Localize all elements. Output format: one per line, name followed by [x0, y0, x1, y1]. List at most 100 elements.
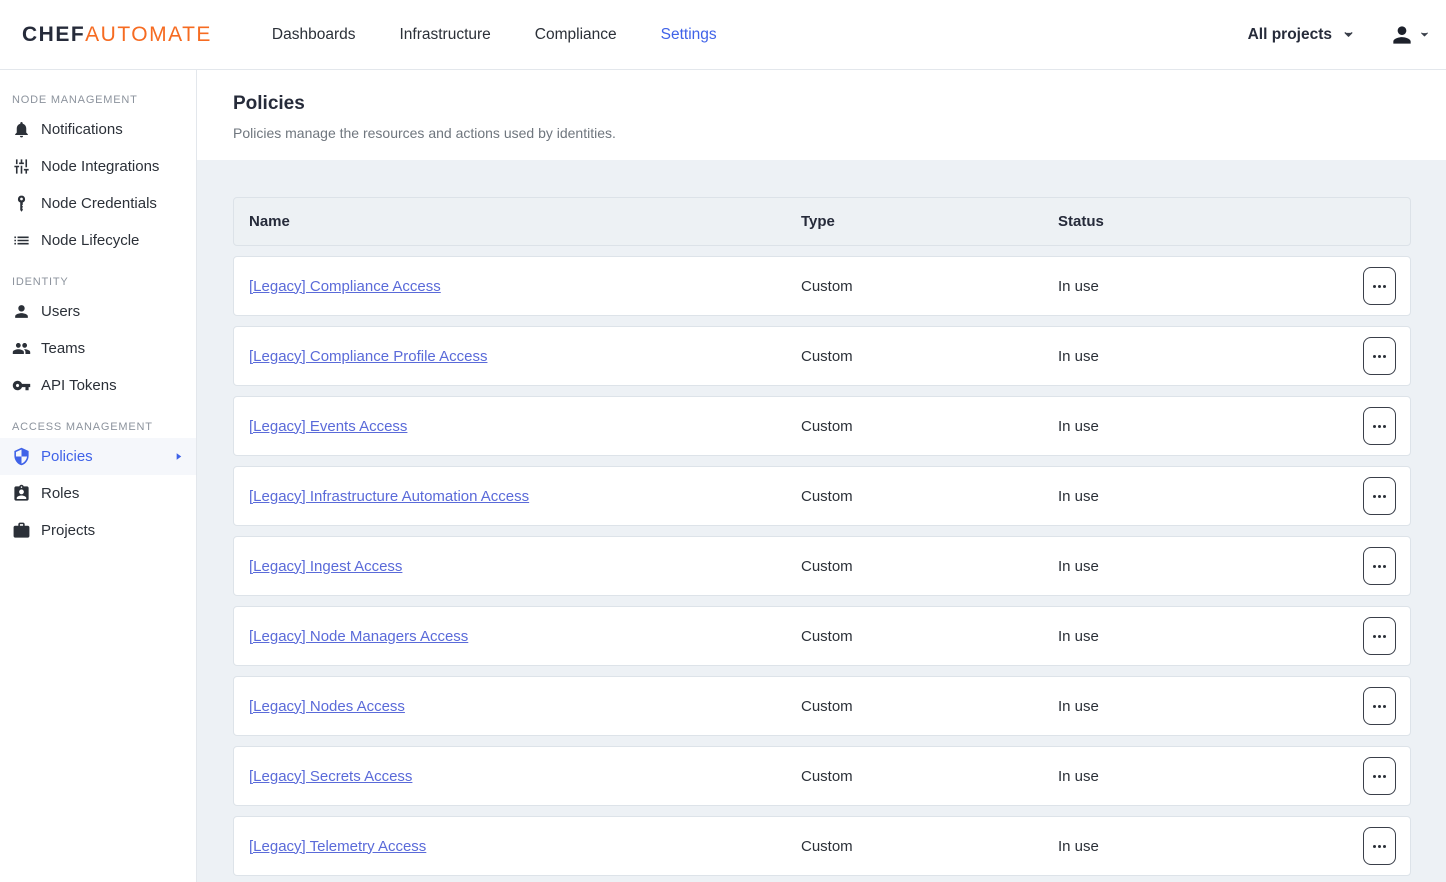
- policy-type: Custom: [786, 768, 1043, 785]
- row-menu-button[interactable]: [1363, 267, 1396, 305]
- logo-automate: AUTOMATE: [85, 23, 212, 46]
- content-area: Name Type Status [Legacy] Compliance Acc…: [197, 160, 1446, 876]
- sidebar-group-access-management: Policies Roles Projects: [0, 438, 196, 549]
- column-header-status: Status: [1043, 213, 1348, 230]
- table-row: [Legacy] Telemetry Access Custom In use: [233, 816, 1411, 876]
- ellipsis-icon: [1373, 635, 1376, 638]
- policy-status: In use: [1043, 768, 1348, 785]
- bell-icon: [12, 120, 31, 139]
- policy-name-link[interactable]: [Legacy] Compliance Access: [249, 278, 441, 295]
- sidebar-item-label: Roles: [41, 485, 79, 502]
- sidebar-item[interactable]: Node Integrations: [0, 148, 196, 185]
- user-menu-button[interactable]: [1389, 22, 1430, 48]
- row-menu-button[interactable]: [1363, 827, 1396, 865]
- list-icon: [12, 231, 31, 250]
- policy-type: Custom: [786, 628, 1043, 645]
- topnav-right: All projects: [1248, 22, 1446, 48]
- table-body: [Legacy] Compliance Access Custom In use…: [233, 256, 1411, 876]
- table-row: [Legacy] Nodes Access Custom In use: [233, 676, 1411, 736]
- page-title: Policies: [233, 93, 1446, 115]
- chevron-down-icon: [1419, 29, 1430, 40]
- projects-filter-dropdown[interactable]: All projects: [1248, 26, 1355, 44]
- sidebar-item-label: Users: [41, 303, 80, 320]
- policy-name-link[interactable]: [Legacy] Telemetry Access: [249, 838, 426, 855]
- policy-name-link[interactable]: [Legacy] Secrets Access: [249, 768, 412, 785]
- main-content: Policies Policies manage the resources a…: [197, 70, 1446, 882]
- column-header-type: Type: [786, 213, 1043, 230]
- key-icon: [12, 194, 31, 213]
- sidebar-item[interactable]: Users: [0, 293, 196, 330]
- table-header-row: Name Type Status: [233, 197, 1411, 246]
- nav-link[interactable]: Infrastructure: [399, 26, 490, 44]
- ellipsis-icon: [1373, 845, 1376, 848]
- sidebar-item[interactable]: Roles: [0, 475, 196, 512]
- sidebar-item[interactable]: Notifications: [0, 111, 196, 148]
- policy-name-link[interactable]: [Legacy] Compliance Profile Access: [249, 348, 487, 365]
- group-icon: [12, 339, 31, 358]
- sidebar-item[interactable]: Node Credentials: [0, 185, 196, 222]
- row-menu-button[interactable]: [1363, 407, 1396, 445]
- row-menu-button[interactable]: [1363, 617, 1396, 655]
- row-menu-button[interactable]: [1363, 477, 1396, 515]
- policy-name-link[interactable]: [Legacy] Nodes Access: [249, 698, 405, 715]
- table-row: [Legacy] Events Access Custom In use: [233, 396, 1411, 456]
- sidebar-item-label: Node Lifecycle: [41, 232, 139, 249]
- policy-type: Custom: [786, 278, 1043, 295]
- table-row: [Legacy] Compliance Access Custom In use: [233, 256, 1411, 316]
- table-row: [Legacy] Compliance Profile Access Custo…: [233, 326, 1411, 386]
- ellipsis-icon: [1373, 775, 1376, 778]
- row-menu-button[interactable]: [1363, 547, 1396, 585]
- user-avatar-icon: [1389, 22, 1415, 48]
- badge-icon: [12, 484, 31, 503]
- chef-automate-logo[interactable]: CHEFAUTOMATE: [22, 23, 212, 47]
- main-nav: Dashboards Infrastructure Compliance Set…: [272, 26, 717, 44]
- policy-status: In use: [1043, 628, 1348, 645]
- nav-link[interactable]: Compliance: [535, 26, 617, 44]
- sidebar-item-label: Node Integrations: [41, 158, 159, 175]
- ellipsis-icon: [1373, 565, 1376, 568]
- ellipsis-icon: [1373, 355, 1376, 358]
- sidebar-item[interactable]: Projects: [0, 512, 196, 549]
- shield-icon: [12, 447, 31, 466]
- top-navigation: CHEFAUTOMATE Dashboards Infrastructure C…: [0, 0, 1446, 70]
- logo-chef: CHEF: [22, 23, 85, 46]
- settings-sidebar: NODE MANAGEMENT Notifications Node Integ…: [0, 70, 197, 882]
- policy-type: Custom: [786, 698, 1043, 715]
- sidebar-item[interactable]: Node Lifecycle: [0, 222, 196, 259]
- sliders-icon: [12, 157, 31, 176]
- row-menu-button[interactable]: [1363, 337, 1396, 375]
- column-header-name: Name: [234, 213, 786, 230]
- nav-link[interactable]: Dashboards: [272, 26, 356, 44]
- policy-status: In use: [1043, 488, 1348, 505]
- sidebar-item-label: Projects: [41, 522, 95, 539]
- policy-name-link[interactable]: [Legacy] Node Managers Access: [249, 628, 468, 645]
- policy-name-link[interactable]: [Legacy] Events Access: [249, 418, 407, 435]
- chevron-down-icon: [1342, 28, 1355, 41]
- row-menu-button[interactable]: [1363, 757, 1396, 795]
- policy-type: Custom: [786, 348, 1043, 365]
- policy-status: In use: [1043, 698, 1348, 715]
- page-description: Policies manage the resources and action…: [233, 125, 1446, 141]
- projects-filter-label: All projects: [1248, 26, 1332, 44]
- ellipsis-icon: [1373, 705, 1376, 708]
- page-header: Policies Policies manage the resources a…: [197, 70, 1446, 160]
- sidebar-item[interactable]: Policies: [0, 438, 196, 475]
- person-icon: [12, 302, 31, 321]
- sidebar-item-label: Policies: [41, 448, 93, 465]
- caret-right-icon: [173, 451, 184, 462]
- policy-status: In use: [1043, 278, 1348, 295]
- sidebar-item[interactable]: Teams: [0, 330, 196, 367]
- row-menu-button[interactable]: [1363, 687, 1396, 725]
- nav-link[interactable]: Settings: [661, 26, 717, 44]
- sidebar-item-label: Notifications: [41, 121, 123, 138]
- sidebar-section-identity: IDENTITY: [0, 266, 196, 293]
- policy-type: Custom: [786, 558, 1043, 575]
- sidebar-item-label: Node Credentials: [41, 195, 157, 212]
- ellipsis-icon: [1373, 495, 1376, 498]
- table-row: [Legacy] Ingest Access Custom In use: [233, 536, 1411, 596]
- policy-name-link[interactable]: [Legacy] Ingest Access: [249, 558, 402, 575]
- sidebar-item[interactable]: API Tokens: [0, 367, 196, 404]
- ellipsis-icon: [1373, 285, 1376, 288]
- policy-name-link[interactable]: [Legacy] Infrastructure Automation Acces…: [249, 488, 529, 505]
- sidebar-item-label: Teams: [41, 340, 85, 357]
